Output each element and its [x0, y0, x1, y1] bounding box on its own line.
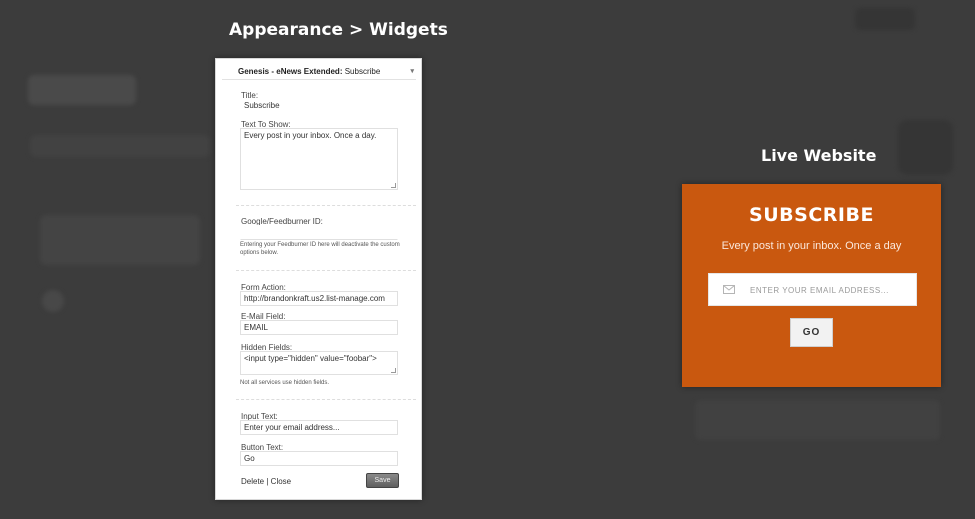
text-to-show-textarea[interactable]: Every post in your inbox. Once a day. [240, 128, 398, 190]
live-subscribe-box: SUBSCRIBE Every post in your inbox. Once… [682, 184, 941, 387]
close-link[interactable]: Close [271, 477, 291, 486]
delete-link[interactable]: Delete [241, 477, 264, 486]
feedburner-input[interactable] [240, 225, 398, 240]
envelope-icon [723, 285, 735, 294]
hidden-fields-note: Not all services use hidden fields. [240, 380, 330, 386]
save-button[interactable]: Save [366, 473, 399, 488]
background-avatar-blob [42, 290, 64, 312]
background-logo-blob [28, 75, 136, 105]
email-field-input[interactable]: EMAIL [240, 320, 398, 335]
text-to-show-value: Every post in your inbox. Once a day. [244, 131, 377, 140]
divider [236, 399, 416, 400]
widget-header[interactable]: Genesis - eNews Extended: Subscribe ▾ [222, 67, 416, 80]
email-placeholder: ENTER YOUR EMAIL ADDRESS... [750, 286, 889, 295]
background-nav-blob [30, 135, 210, 157]
divider [236, 270, 416, 271]
divider [236, 205, 416, 206]
link-separator: | [266, 477, 269, 486]
title-input[interactable]: Subscribe [240, 98, 398, 113]
go-button[interactable]: GO [790, 318, 833, 347]
chevron-down-icon[interactable]: ▾ [410, 67, 414, 75]
background-text-blob [40, 215, 200, 265]
widget-footer-links: Delete | Close [241, 477, 291, 486]
background-topright-blob [855, 8, 915, 30]
background-right-blob [898, 120, 953, 175]
resize-grip-icon[interactable] [391, 368, 396, 373]
button-text-input[interactable]: Go [240, 451, 398, 466]
input-text-input[interactable]: Enter your email address... [240, 420, 398, 435]
background-right-bottom-blob [695, 400, 940, 440]
feedburner-note: Entering your Feedburner ID here will de… [240, 242, 400, 256]
widget-subname: Subscribe [344, 67, 381, 76]
form-action-input[interactable]: http://brandonkraft.us2.list-manage.com [240, 291, 398, 306]
subscribe-title: SUBSCRIBE [749, 204, 874, 226]
live-website-heading: Live Website [761, 146, 877, 165]
widget-title: Genesis - eNews Extended: [238, 67, 343, 76]
subscribe-text: Every post in your inbox. Once a day [721, 240, 902, 252]
hidden-fields-textarea[interactable]: <input type="hidden" value="foobar"> [240, 351, 398, 375]
resize-grip-icon[interactable] [391, 183, 396, 188]
hidden-fields-value: <input type="hidden" value="foobar"> [244, 354, 377, 363]
email-input[interactable]: ENTER YOUR EMAIL ADDRESS... [708, 273, 917, 306]
widgets-heading: Appearance > Widgets [229, 20, 448, 40]
widget-settings-panel: Genesis - eNews Extended: Subscribe ▾ Ti… [215, 58, 422, 500]
